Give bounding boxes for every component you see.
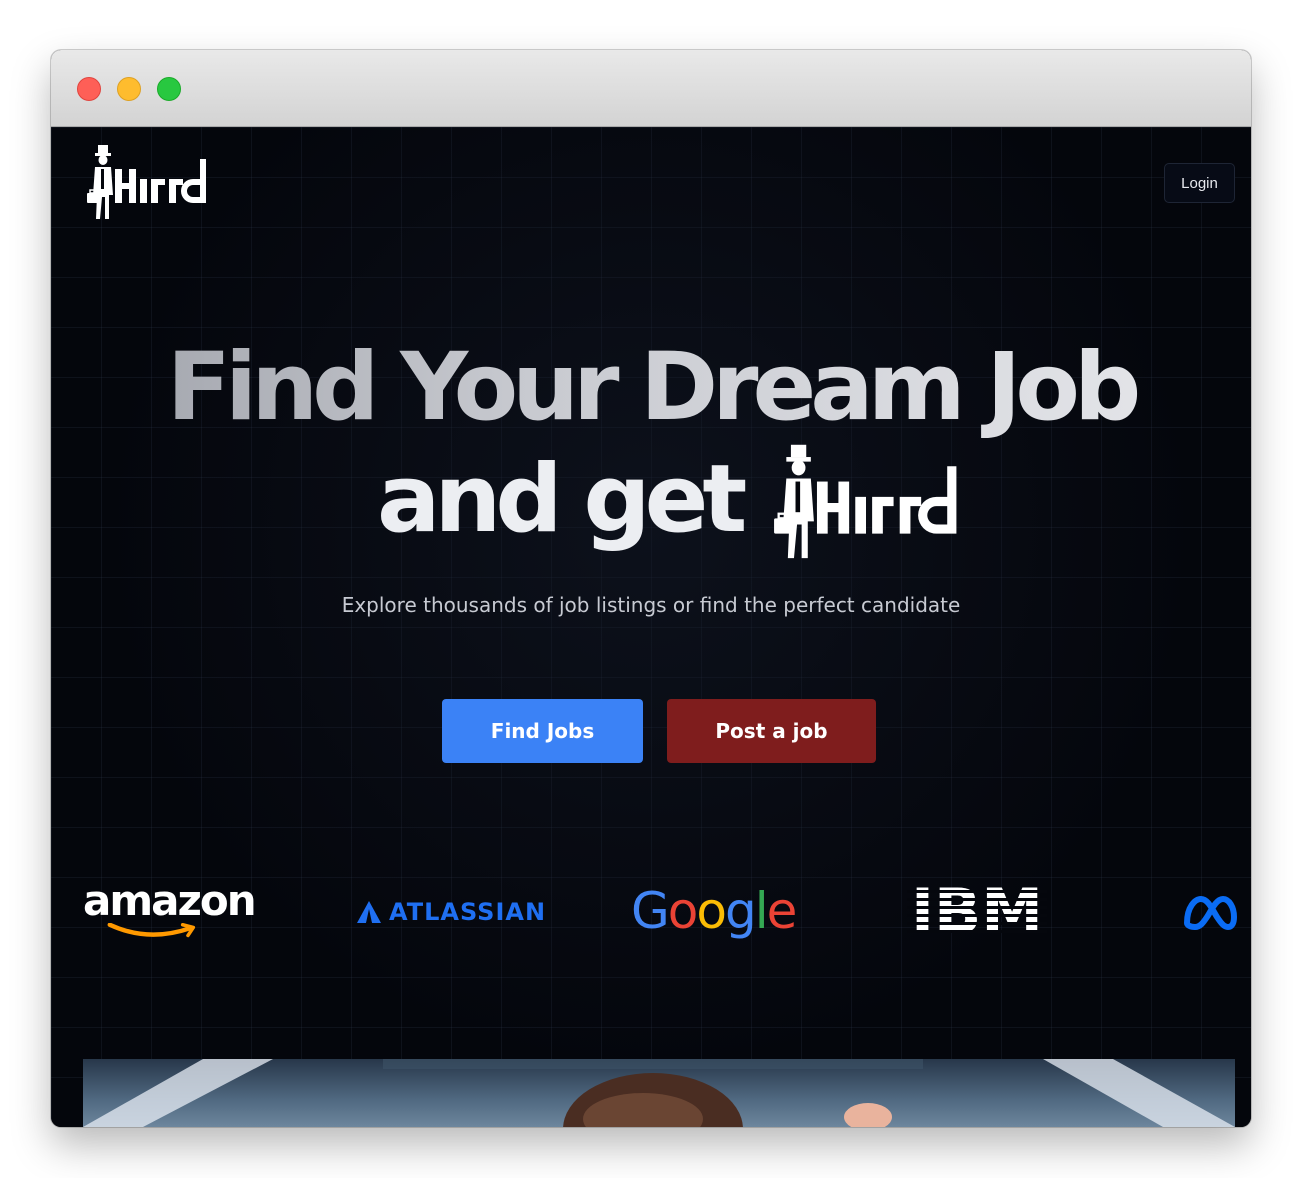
browser-window: Login Find Your Dream Job and get Explor… xyxy=(51,50,1251,1127)
amazon-logo: amazon xyxy=(83,879,263,939)
google-letter-3: o xyxy=(696,882,727,940)
post-job-button[interactable]: Post a job xyxy=(667,699,876,763)
ibm-logo: IBM xyxy=(907,883,1047,939)
landing-page: Login Find Your Dream Job and get Explor… xyxy=(51,127,1251,1127)
close-window-button[interactable] xyxy=(77,77,101,101)
google-logo: Google xyxy=(631,881,798,941)
find-jobs-button[interactable]: Find Jobs xyxy=(442,699,643,763)
hero-subtitle: Explore thousands of job listings or fin… xyxy=(341,593,961,617)
banner-illustration xyxy=(83,1059,1235,1127)
company-logo-carousel: amazon ATLASSIAN Google IBM xyxy=(51,879,1251,949)
maximize-window-button[interactable] xyxy=(157,77,181,101)
hero-title-line1: Find Your Dream Job xyxy=(51,333,1251,443)
google-letter-4: g xyxy=(724,882,757,940)
minimize-window-button[interactable] xyxy=(117,77,141,101)
atlassian-logo: ATLASSIAN xyxy=(357,897,546,927)
window-titlebar xyxy=(51,50,1251,127)
login-button[interactable]: Login xyxy=(1164,163,1235,203)
google-letter-2: o xyxy=(667,882,699,940)
google-letter-1: G xyxy=(631,882,670,940)
hero-title-line2-text: and get xyxy=(377,445,747,554)
hero-title-line2: and get xyxy=(377,444,961,559)
google-letter-6: e xyxy=(766,882,798,940)
amazon-wordmark: amazon xyxy=(83,876,257,925)
hirrd-inline-logo-icon xyxy=(774,444,957,559)
hirrd-logo-icon[interactable] xyxy=(85,145,209,221)
amazon-smile-icon xyxy=(107,923,196,938)
atlassian-wordmark: ATLASSIAN xyxy=(389,898,547,926)
atlassian-mark-icon xyxy=(357,901,381,923)
hero-banner-image xyxy=(83,1059,1235,1127)
google-letter-5: l xyxy=(754,882,769,940)
meta-logo-icon xyxy=(1184,896,1237,930)
